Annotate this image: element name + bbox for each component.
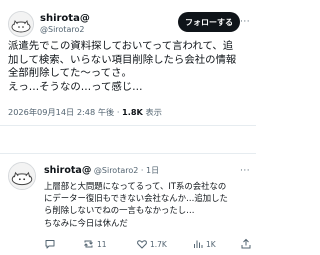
reply-line: 上層部と大問題になってるって、IT系の会社なの: [44, 181, 227, 191]
views-count: 1K: [206, 239, 216, 249]
reply-handle[interactable]: @Sirotaro2: [94, 166, 138, 175]
post-meta: 2026年09月14日 2:48 午後 · 1.8K 表示: [8, 107, 162, 118]
reply-actions: 11 1.7K 1K: [44, 238, 256, 252]
share-action[interactable]: [240, 238, 252, 250]
post-handle[interactable]: @Sirotaro2: [40, 25, 84, 35]
post-line: 派遣先でこの資料探しておいてって言われて、追: [8, 40, 234, 52]
post-line: 加して検索、いらない項目削除したら会社の情報: [8, 53, 237, 66]
post-avatar[interactable]: [8, 11, 34, 37]
reply-line: ちなみに今日は休んだ: [44, 217, 128, 228]
post-views-label: 表示: [145, 107, 162, 117]
post-line: 全部削除してた〜ってさ。: [8, 67, 132, 80]
retweet-count: 11: [97, 239, 107, 249]
retweet-icon: [84, 240, 93, 248]
bar-chart-icon: [194, 240, 203, 248]
post-text: 派遣先でこの資料探しておいてって言われて、追 加して検索、いらない項目削除したら…: [8, 40, 252, 94]
reply-separator: ·: [140, 166, 144, 175]
divider: [0, 153, 256, 154]
heart-icon: [137, 240, 147, 249]
reply-header: shirota@ @Sirotaro2 · 1日: [44, 165, 159, 176]
views-action[interactable]: 1K: [192, 238, 216, 250]
post-timestamp[interactable]: 2026年09月14日 2:48 午後: [8, 107, 114, 117]
retweet-action[interactable]: 11: [82, 238, 107, 250]
reply-time[interactable]: 1日: [146, 166, 159, 175]
reply-display-name[interactable]: shirota@: [44, 165, 91, 176]
top-bar: [0, 0, 256, 12]
reply-avatar[interactable]: [8, 162, 36, 190]
share-icon: [241, 238, 251, 249]
reply-action[interactable]: [44, 238, 56, 250]
cat-avatar-icon: [9, 163, 35, 189]
comment-icon: [45, 240, 55, 249]
reply-line: ら削除しないでねの一言もなかったし…: [44, 205, 195, 216]
reply-line: にデーター復旧もできない会社なんか…追加した: [44, 193, 228, 204]
post-line: えっ…そうなの…って感じ…: [8, 80, 143, 93]
like-count: 1.7K: [150, 239, 167, 249]
meta-separator: ·: [116, 107, 120, 117]
post-views-count: 1.8K: [122, 107, 143, 117]
divider: [0, 125, 256, 126]
cat-avatar-icon: [9, 12, 33, 36]
post-more-icon[interactable]: ···: [240, 17, 250, 27]
reply-more-icon[interactable]: ···: [240, 166, 250, 176]
like-action[interactable]: 1.7K: [136, 238, 167, 250]
reply-text: 上層部と大問題になってるって、IT系の会社なの にデーター復旧もできない会社なん…: [44, 180, 256, 229]
follow-button[interactable]: フォローする: [178, 12, 240, 32]
post-display-name[interactable]: shirota@: [40, 13, 90, 25]
